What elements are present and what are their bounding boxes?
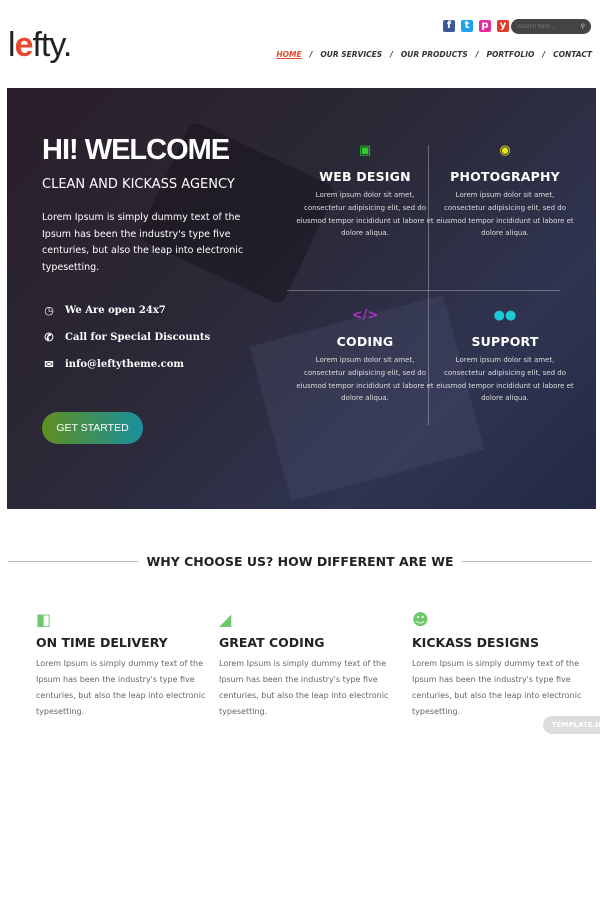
nav-item-contact[interactable]: CONTACT xyxy=(553,50,592,59)
divider xyxy=(287,290,560,291)
hero-intro: Lorem Ipsum is simply dummy text of the … xyxy=(42,212,244,273)
service-web-design: ▣ WEB DESIGN Lorem ipsum dolor sit amet, c… xyxy=(295,143,435,240)
service-coding: </> CODING Lorem ipsum dolor sit amet, con… xyxy=(295,308,435,405)
hero-subtitle: CLEAN AND KICKASS AGENCY xyxy=(42,177,235,192)
team-icon: ☻ xyxy=(412,610,429,629)
mail-icon: ✉ xyxy=(44,358,54,371)
nav-separator: / xyxy=(542,50,546,59)
service-support: ●● SUPPORT Lorem ipsum dolor sit amet, con… xyxy=(435,308,575,405)
logo-part: fty. xyxy=(32,26,72,64)
get-started-button[interactable]: GET STARTED xyxy=(42,412,143,444)
service-text: Lorem ipsum dolor sit amet, consectetur … xyxy=(436,356,574,403)
service-text: Lorem ipsum dolor sit amet, consectetur … xyxy=(296,191,434,238)
feature-text: Lorem Ipsum is simply dummy text of the … xyxy=(412,659,582,716)
service-title: PHOTOGRAPHY xyxy=(450,169,560,184)
logo-accent: e xyxy=(14,26,34,64)
service-title: WEB DESIGN xyxy=(319,169,411,184)
feature-title: KICKASS DESIGNS xyxy=(412,635,539,650)
feature-kickass-designs: ☻ KICKASS DESIGNS Lorem Ipsum is simply du… xyxy=(412,610,582,720)
pinterest-icon[interactable]: p xyxy=(479,20,491,32)
feature-title: ON TIME DELIVERY xyxy=(36,635,168,650)
feature-title: GREAT CODING xyxy=(219,635,325,650)
divider xyxy=(8,561,139,562)
area-chart-icon: ◢ xyxy=(219,610,232,629)
contact-email[interactable]: ✉ info@leftytheme.com xyxy=(42,358,184,371)
contact-text: We Are open 24x7 xyxy=(65,305,166,316)
contact-text: Call for Special Discounts xyxy=(65,332,211,343)
logo[interactable]: lefty. xyxy=(8,26,72,65)
nav-separator: / xyxy=(390,50,393,59)
search-input[interactable] xyxy=(517,23,572,30)
document-icon: ◧ xyxy=(36,610,52,629)
code-icon: </> xyxy=(351,308,379,323)
service-title: SUPPORT xyxy=(471,334,539,349)
hero-section: HI! WELCOME CLEAN AND KICKASS AGENCY Lor… xyxy=(7,88,596,509)
monitor-icon: ▣ xyxy=(358,143,372,158)
camera-icon: ◉ xyxy=(499,143,511,158)
feature-text: Lorem Ipsum is simply dummy text of the … xyxy=(36,659,206,716)
search-box[interactable]: ⚲ xyxy=(511,19,591,34)
chat-icon: ●● xyxy=(493,308,517,323)
divider xyxy=(461,561,592,562)
service-text: Lorem ipsum dolor sit amet, consectetur … xyxy=(296,356,434,403)
why-heading: WHY CHOOSE US? HOW DIFFERENT ARE WE xyxy=(0,554,600,569)
feature-great-coding: ◢ GREAT CODING Lorem Ipsum is simply dummy… xyxy=(219,610,389,720)
contact-text[interactable]: info@leftytheme.com xyxy=(65,359,184,370)
youtube-icon[interactable]: y xyxy=(497,20,509,32)
service-text: Lorem ipsum dolor sit amet, consectetur … xyxy=(436,191,574,238)
nav-item-portfolio[interactable]: PORTFOLIO xyxy=(486,50,534,59)
section-title: WHY CHOOSE US? HOW DIFFERENT ARE WE xyxy=(146,554,454,569)
feature-on-time-delivery: ◧ ON TIME DELIVERY Lorem Ipsum is simply d… xyxy=(36,610,206,720)
facebook-icon[interactable]: f xyxy=(443,20,455,32)
nav-separator: / xyxy=(309,50,313,59)
hero-title: HI! WELCOME xyxy=(42,134,230,166)
social-links: ftpy xyxy=(443,20,509,32)
nav-item-home[interactable]: HOME xyxy=(276,50,301,59)
contact-phone: ✆ Call for Special Discounts xyxy=(42,331,210,344)
nav-separator: / xyxy=(475,50,479,59)
service-photography: ◉ PHOTOGRAPHY Lorem ipsum dolor sit amet, … xyxy=(435,143,575,240)
service-title: CODING xyxy=(336,334,394,349)
contact-hours: ◷ We Are open 24x7 xyxy=(42,304,166,317)
twitter-icon[interactable]: t xyxy=(461,20,473,32)
nav-item-our-products[interactable]: OUR PRODUCTS xyxy=(401,50,468,59)
feature-text: Lorem Ipsum is simply dummy text of the … xyxy=(219,659,389,716)
main-nav: HOME / OUR SERVICES / OUR PRODUCTS / PORTFOLIO… xyxy=(276,50,592,59)
nav-item-our-services[interactable]: OUR SERVICES xyxy=(320,50,382,59)
watermark-badge: TEMPLATE.N xyxy=(543,716,600,734)
search-icon[interactable]: ⚲ xyxy=(581,23,585,30)
clock-icon: ◷ xyxy=(44,304,54,317)
phone-icon: ✆ xyxy=(44,331,54,344)
